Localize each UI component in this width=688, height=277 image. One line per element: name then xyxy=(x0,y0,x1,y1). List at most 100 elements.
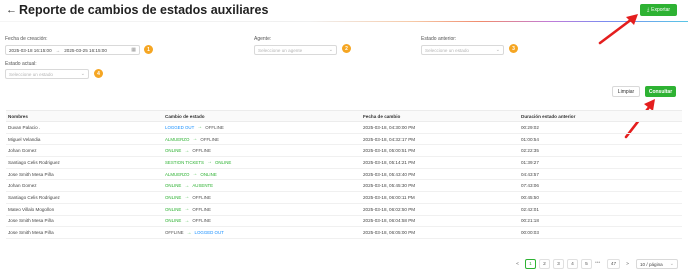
cell-duration: 02:22:35 xyxy=(521,148,539,154)
pagination-page-5[interactable]: 5 xyxy=(581,259,592,269)
chevron-down-icon: ⌄ xyxy=(495,47,500,53)
table-row[interactable]: Santiago Celis Rodriguez ONLINE → OFFLINE 20… xyxy=(6,192,682,204)
date-start-value[interactable]: 2025-03-18 16:15:00 xyxy=(9,48,52,53)
cell-duration: 00:00:03 xyxy=(521,230,539,236)
table-row[interactable]: Jose Smith Mesa Piña ALMUERZO → ONLINE 2025-… xyxy=(6,169,682,181)
cell-name: Santiago Celis Rodriguez xyxy=(8,194,60,200)
status-from: SESTION TICKETS xyxy=(165,159,204,165)
table-row[interactable]: Mateo Villalo Mogollon ONLINE → OFFLINE 2025… xyxy=(6,204,682,216)
cell-state-change: SESTION TICKETS → ONLINE xyxy=(163,159,361,165)
cell-name: Miguel Velandia xyxy=(8,136,41,142)
status-to: AUSENTE xyxy=(192,183,214,189)
cell-date: 2025-03-18, 05:43:40 PM xyxy=(363,171,416,177)
cell-name: Duvan Palacio . xyxy=(8,124,41,130)
cell-date: 2025-03-18, 06:00:11 PM xyxy=(363,194,415,200)
cell-date: 2025-03-18, 06:04:58 PM xyxy=(363,218,416,224)
cell-duration: 00:45:50 xyxy=(521,194,539,200)
status-from: LOGGED OUT xyxy=(165,124,195,130)
pagination-page-last[interactable]: 47 xyxy=(607,259,620,269)
table-row[interactable]: Jose Smith Mesa Piña ONLINE → OFFLINE 2025-0… xyxy=(6,216,682,228)
calendar-icon: ▦ xyxy=(131,47,136,53)
status-from: ALMUERZO xyxy=(165,136,190,142)
cell-state-change: ONLINE → OFFLINE xyxy=(163,194,361,200)
chevron-down-icon: ⌄ xyxy=(328,47,333,53)
status-from: ONLINE xyxy=(165,148,182,154)
column-header-duracion[interactable]: Duración estado anterior xyxy=(519,114,679,119)
export-label: Exportar xyxy=(651,7,671,13)
cell-name: Santiago Celis Rodriguez xyxy=(8,159,60,165)
annotation-arrow-export xyxy=(598,14,638,45)
cell-name: Jose Smith Mesa Piña xyxy=(8,230,54,236)
pagination-page-3[interactable]: 3 xyxy=(553,259,564,269)
arrow-right-icon: → xyxy=(184,147,190,154)
table-row[interactable]: Santiago Celis Rodriguez SESTION TICKETS →… xyxy=(6,157,682,169)
arrow-right-icon: → xyxy=(186,229,192,236)
agente-select[interactable]: Seleccione un agente ⌄ xyxy=(254,45,337,55)
status-from: ALMUERZO xyxy=(165,171,190,177)
page-title: Reporte de cambios de estados auxiliares xyxy=(19,3,269,17)
step-badge-2: 2 xyxy=(342,44,351,53)
agente-label: Agente: xyxy=(254,36,272,42)
date-end-value[interactable]: 2025-03-25 16:15:00 xyxy=(64,48,107,53)
cell-duration: 00:29:02 xyxy=(521,124,539,130)
cell-state-change: ONLINE → AUSENTE xyxy=(163,183,361,189)
column-header-cambio[interactable]: Cambio de estado xyxy=(163,114,361,119)
arrow-right-icon: → xyxy=(197,124,203,131)
step-badge-4: 4 xyxy=(94,69,103,78)
cell-duration: 01:00:54 xyxy=(521,136,539,142)
range-arrow-icon: → xyxy=(55,47,61,53)
status-to: OFFLINE xyxy=(192,218,211,224)
table-row[interactable]: Jose Smith Mesa Piña OFFLINE → LOGGED OUT 20… xyxy=(6,227,682,239)
estado-actual-select[interactable]: Seleccione un estado ⌄ xyxy=(5,69,89,79)
cell-date: 2025-03-18, 05:45:30 PM xyxy=(363,183,416,189)
cell-state-change: ONLINE → OFFLINE xyxy=(163,218,361,224)
pagination-next[interactable]: > xyxy=(622,259,633,269)
results-table: Nombres Cambio de estado Fecha de cambio… xyxy=(6,110,682,239)
cell-name: Johan Gomez xyxy=(8,148,37,154)
estado-actual-label: Estado actual: xyxy=(5,61,37,67)
cell-date: 2025-03-18, 04:32:17 PM xyxy=(363,136,416,142)
cell-date: 2025-03-18, 06:05:00 PM xyxy=(363,230,416,236)
status-to: OFFLINE xyxy=(192,194,211,200)
estado-anterior-label: Estado anterior: xyxy=(421,36,457,42)
header-divider xyxy=(0,21,688,22)
date-range-picker[interactable]: 2025-03-18 16:15:00 → 2025-03-25 16:15:0… xyxy=(5,45,140,55)
arrow-right-icon: → xyxy=(192,171,198,178)
page-size-select[interactable]: 10 / página ⌄ xyxy=(636,259,678,269)
column-header-fecha[interactable]: Fecha de cambio xyxy=(361,114,519,119)
table-row[interactable]: Duvan Palacio . LOGGED OUT → OFFLINE 2025-03… xyxy=(6,122,682,134)
arrow-right-icon: → xyxy=(184,182,190,189)
export-button[interactable]: ⤓ Exportar xyxy=(640,4,677,16)
cell-name: Jose Smith Mesa Piña xyxy=(8,171,54,177)
step-badge-1: 1 xyxy=(144,45,153,54)
status-to: ONLINE xyxy=(200,171,217,177)
cell-state-change: ONLINE → OFFLINE xyxy=(163,148,361,154)
cell-name: Johan Gomez xyxy=(8,183,37,189)
arrow-right-icon: → xyxy=(184,194,190,201)
cell-date: 2025-03-18, 06:02:50 PM xyxy=(363,206,416,212)
cell-date: 2025-03-18, 05:00:51 PM xyxy=(363,148,416,154)
pagination-page-2[interactable]: 2 xyxy=(539,259,550,269)
status-to: OFFLINE xyxy=(205,124,224,130)
table-row[interactable]: Johan Gomez ONLINE → AUSENTE 2025-03-18, 05:… xyxy=(6,180,682,193)
estado-actual-placeholder: Seleccione un estado xyxy=(9,71,53,77)
back-arrow-icon[interactable]: ← xyxy=(6,4,17,16)
column-header-nombres[interactable]: Nombres xyxy=(6,114,163,119)
status-from: ONLINE xyxy=(165,206,182,212)
cell-duration: 07:43:06 xyxy=(521,183,539,189)
table-body: Duvan Palacio . LOGGED OUT → OFFLINE 2025-03… xyxy=(6,122,682,239)
table-row[interactable]: Johan Gomez ONLINE → OFFLINE 2025-03-18, 05:… xyxy=(6,145,682,158)
pagination-ellipsis[interactable]: ••• xyxy=(595,260,600,266)
cell-duration: 00:21:18 xyxy=(521,218,539,224)
pagination-page-4[interactable]: 4 xyxy=(567,259,578,269)
pagination-prev[interactable]: < xyxy=(512,259,523,269)
status-from: OFFLINE xyxy=(165,230,184,236)
arrow-right-icon: → xyxy=(184,217,190,224)
arrow-right-icon: → xyxy=(192,136,198,143)
pagination-page-1[interactable]: 1 xyxy=(525,259,536,269)
table-row[interactable]: Miguel Velandia ALMUERZO → OFFLINE 2025-03-1… xyxy=(6,134,682,146)
estado-anterior-select[interactable]: Seleccione un estado ⌄ xyxy=(421,45,504,55)
status-to: LOGGED OUT xyxy=(194,230,224,236)
status-from: ONLINE xyxy=(165,218,182,224)
estado-anterior-placeholder: Seleccione un estado xyxy=(425,47,469,53)
